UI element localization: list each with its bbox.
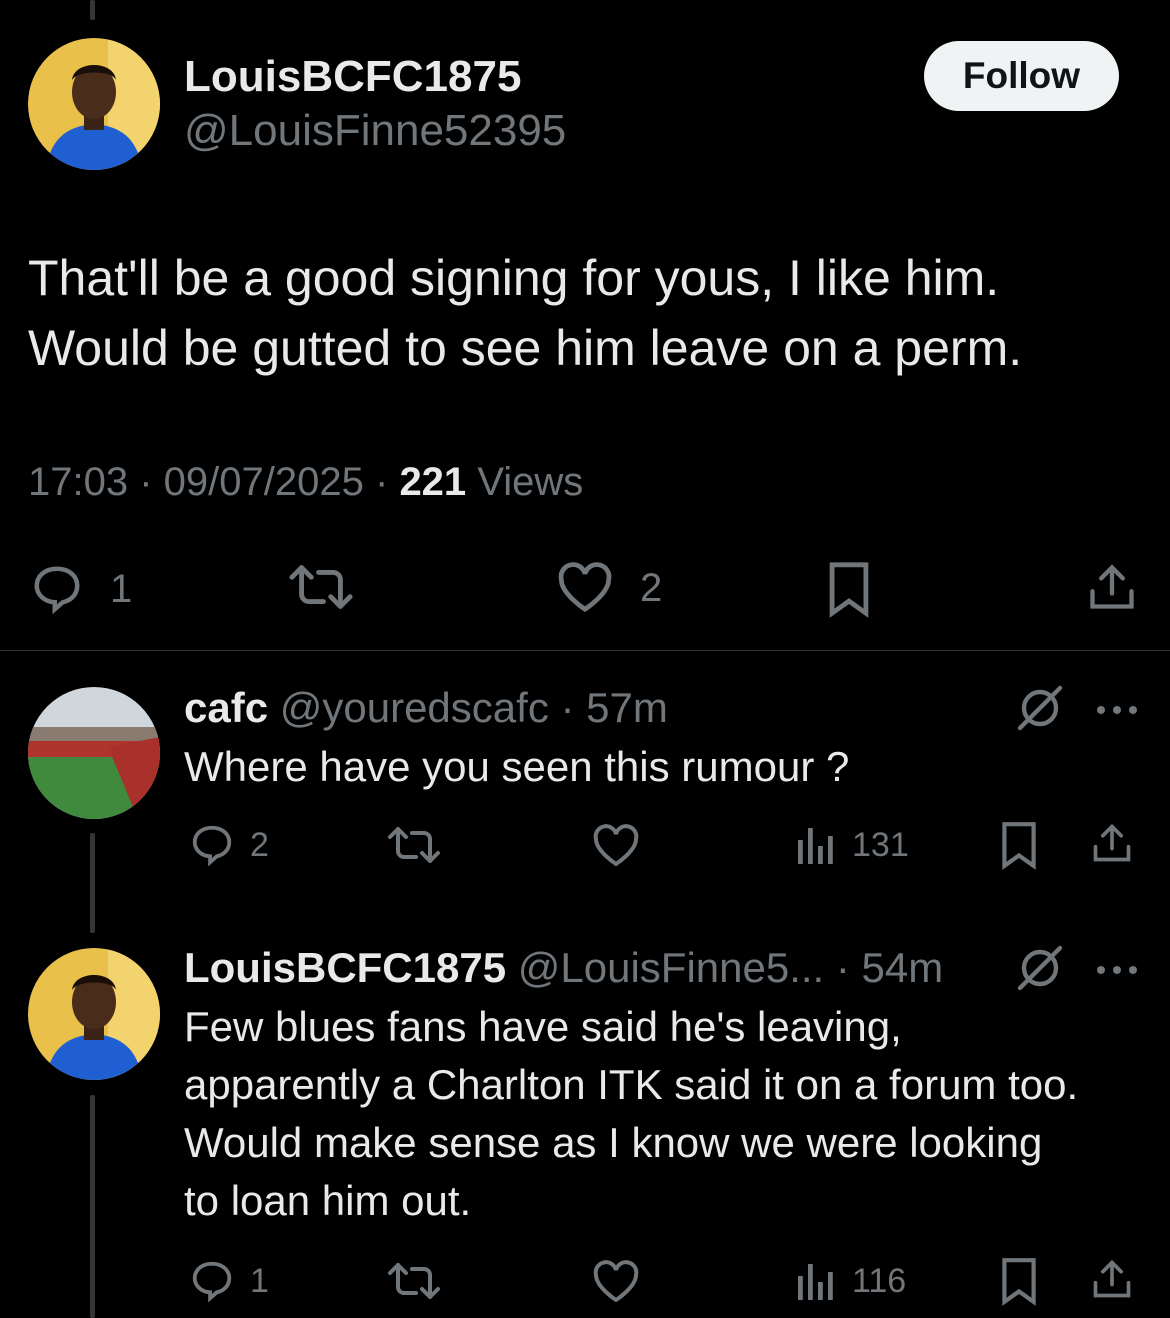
retweet-button[interactable] (386, 824, 442, 866)
more-icon[interactable] (1096, 702, 1138, 720)
bookmark-button[interactable] (1000, 1256, 1038, 1306)
like-icon (592, 1260, 640, 1304)
display-name[interactable]: LouisBCFC1875 (184, 944, 506, 991)
like-button[interactable] (592, 824, 640, 868)
bookmark-button[interactable] (826, 560, 872, 618)
retweet-icon (386, 1260, 442, 1302)
reply-icon (188, 1258, 236, 1304)
bookmark-icon (1000, 1256, 1038, 1306)
reply-count: 1 (110, 566, 133, 611)
bookmark-button[interactable] (1000, 820, 1038, 870)
grok-icon[interactable] (1014, 944, 1066, 997)
tweet-age: 54m (861, 944, 944, 991)
bookmark-icon (1000, 820, 1038, 870)
tweet-date[interactable]: 09/07/2025 (164, 460, 364, 504)
avatar[interactable] (28, 948, 160, 1080)
thread-line-reply1 (90, 833, 95, 933)
avatar[interactable] (28, 38, 160, 170)
reply-header: LouisBCFC1875 @LouisFinne5... · 54m (184, 944, 944, 991)
share-button[interactable] (1090, 1256, 1134, 1302)
bookmark-icon (826, 560, 872, 618)
reply-count: 2 (250, 825, 269, 864)
share-icon (1086, 560, 1138, 614)
reply-button[interactable]: 2 (188, 822, 269, 868)
reply-text: Few blues fans have said he's leaving, a… (184, 1003, 1079, 1224)
share-button[interactable] (1086, 560, 1138, 614)
retweet-icon (386, 824, 442, 866)
reply-text: Where have you seen this rumour ? (184, 743, 850, 790)
retweet-icon (287, 562, 355, 612)
grok-icon[interactable] (1014, 684, 1066, 737)
handle[interactable]: @LouisFinne5... (518, 944, 824, 991)
views-label: Views (477, 460, 584, 504)
views-button[interactable]: 131 (796, 824, 909, 866)
display-name[interactable]: LouisBCFC1875 (184, 52, 521, 102)
like-button[interactable]: 2 (556, 562, 662, 614)
retweet-button[interactable] (287, 562, 355, 612)
reply-count: 1 (250, 1261, 269, 1300)
views-button[interactable]: 116 (796, 1260, 906, 1302)
tweet-text: That'll be a good signing for yous, I li… (28, 250, 1023, 376)
display-name[interactable]: cafc (184, 684, 268, 731)
reply-button[interactable]: 1 (188, 1258, 269, 1304)
reply-icon (188, 822, 236, 868)
share-icon (1090, 1256, 1134, 1302)
handle[interactable]: @LouisFinne52395 (184, 106, 566, 156)
like-count: 2 (640, 565, 663, 610)
like-icon (556, 562, 614, 614)
views-count: 221 (399, 460, 467, 504)
avatar[interactable] (28, 687, 160, 819)
tweet-meta: 17:03 · 09/07/2025 · 221 Views (28, 460, 584, 504)
like-button[interactable] (592, 1260, 640, 1304)
divider (0, 650, 1170, 651)
views-count: 131 (852, 825, 909, 864)
tweet-age: 57m (586, 684, 668, 731)
views-icon (796, 824, 838, 866)
thread-line-top (90, 0, 95, 20)
reply-icon (28, 562, 86, 616)
tweet-time[interactable]: 17:03 (28, 460, 128, 504)
follow-button[interactable]: Follow (924, 41, 1119, 111)
share-button[interactable] (1090, 820, 1134, 866)
views-count: 116 (852, 1261, 907, 1300)
reply-button[interactable]: 1 (28, 562, 132, 616)
handle[interactable]: @youredscafc (280, 684, 549, 731)
like-icon (592, 824, 640, 868)
thread-line-reply2 (90, 1095, 95, 1318)
retweet-button[interactable] (386, 1260, 442, 1302)
share-icon (1090, 820, 1134, 866)
views-icon (796, 1260, 838, 1302)
more-icon[interactable] (1096, 962, 1138, 980)
reply-header: cafc @youredscafc · 57m (184, 684, 668, 731)
